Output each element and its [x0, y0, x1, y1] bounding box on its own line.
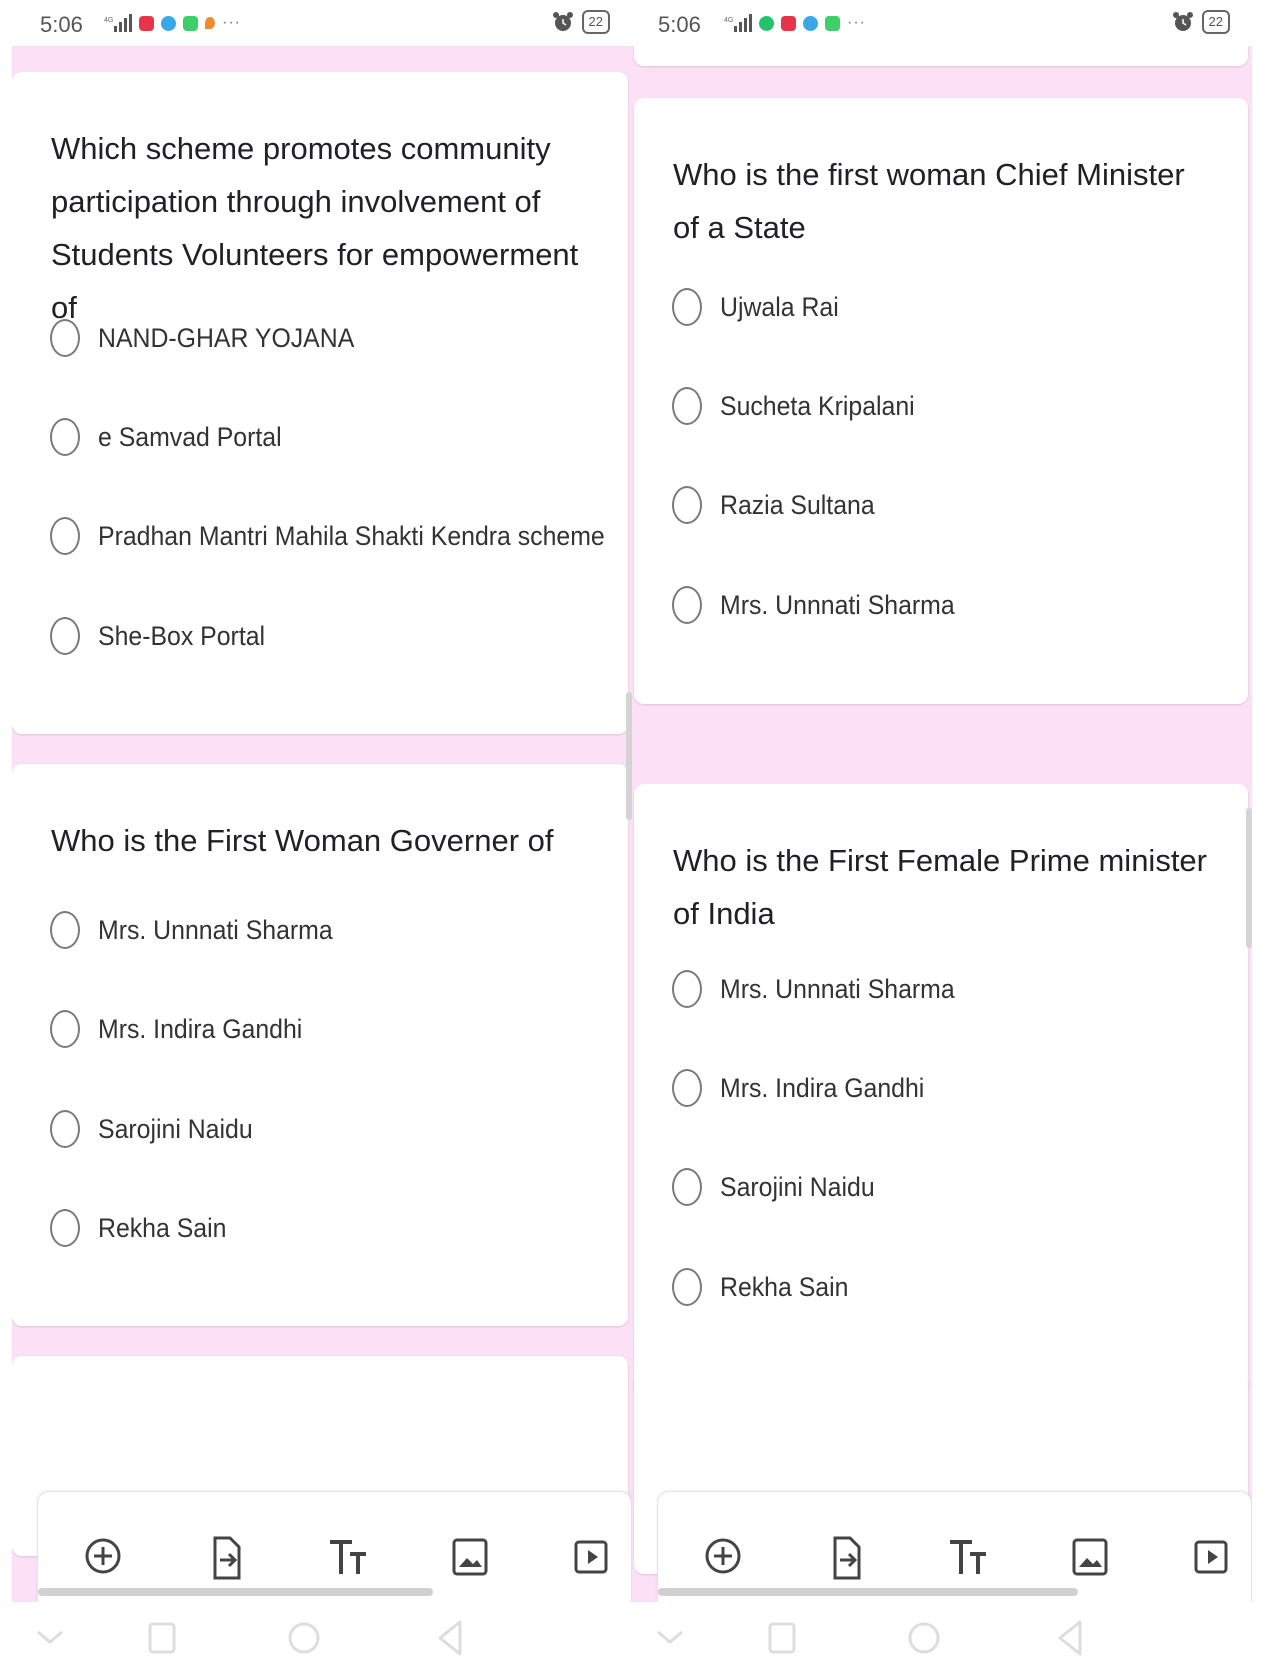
- recents-icon[interactable]: [762, 1616, 802, 1660]
- back-icon[interactable]: [430, 1616, 470, 1660]
- radio-button[interactable]: [672, 1069, 702, 1107]
- whatsapp-icon: [759, 15, 774, 31]
- toolbar-scroll-indicator: [38, 1588, 433, 1596]
- import-questions-icon[interactable]: [206, 1536, 246, 1580]
- question-text: Which scheme promotes community particip…: [51, 131, 579, 325]
- battery-icon: 22: [581, 10, 610, 34]
- radio-button[interactable]: [50, 1209, 80, 1247]
- alarm-icon: [552, 12, 573, 31]
- add-title-icon[interactable]: [328, 1536, 368, 1580]
- radio-button[interactable]: [672, 970, 702, 1008]
- question-card: Which scheme promotes community particip…: [12, 72, 628, 734]
- radio-button[interactable]: [672, 288, 702, 326]
- status-time: 5:06: [40, 12, 83, 37]
- import-questions-icon[interactable]: [826, 1536, 866, 1580]
- more-notifications-icon: ···: [847, 14, 866, 31]
- battery-icon: 22: [1201, 10, 1230, 34]
- system-nav-bar: [632, 1602, 1252, 1678]
- question-text: Who is the First Female Prime minister o…: [673, 843, 1207, 931]
- scrollbar-thumb[interactable]: [1246, 808, 1252, 948]
- question-text: Who is the First Woman Governer of: [51, 823, 554, 858]
- form-toolbar: [657, 1491, 1252, 1602]
- notification-app-icon: [139, 15, 154, 31]
- add-image-icon[interactable]: [1070, 1536, 1110, 1580]
- answer-option[interactable]: She-Box Portal: [50, 617, 280, 655]
- location-icon: [205, 17, 215, 29]
- signal-icon: 4G: [724, 14, 752, 32]
- svg-text:4G: 4G: [724, 17, 733, 24]
- status-bar: 5:06 4G ··· 22: [632, 0, 1252, 46]
- svg-text:4G: 4G: [104, 17, 113, 24]
- radio-button[interactable]: [50, 1010, 80, 1048]
- radio-button[interactable]: [672, 1268, 702, 1306]
- radio-button[interactable]: [672, 1168, 702, 1206]
- answer-option[interactable]: Mrs. Unnnati Sharma: [672, 586, 975, 624]
- answer-option[interactable]: Mrs. Indira Gandhi: [672, 1069, 942, 1107]
- radio-button[interactable]: [50, 617, 80, 655]
- radio-button[interactable]: [50, 319, 80, 357]
- answer-option[interactable]: Pradhan Mantri Mahila Shakti Kendra sche…: [50, 517, 632, 555]
- answer-option[interactable]: e Samvad Portal: [50, 418, 298, 456]
- add-image-icon[interactable]: [450, 1536, 490, 1580]
- question-card: Who is the First Female Prime minister o…: [634, 784, 1248, 1396]
- radio-button[interactable]: [672, 486, 702, 524]
- form-scroll-area[interactable]: Which scheme promotes community particip…: [12, 46, 632, 1602]
- answer-option[interactable]: Sarojini Naidu: [672, 1168, 888, 1206]
- toolbar-scroll-indicator: [658, 1588, 1078, 1596]
- answer-option[interactable]: Rekha Sain: [50, 1209, 238, 1247]
- radio-button[interactable]: [672, 586, 702, 624]
- radio-button[interactable]: [50, 418, 80, 456]
- status-time: 5:06: [658, 12, 701, 37]
- notification-app-icon: [803, 15, 818, 31]
- notification-app-icon: [825, 15, 840, 31]
- question-card: Who is the first woman Chief Minister of…: [634, 98, 1248, 704]
- status-bar: 5:06 4G ··· 22: [12, 0, 632, 46]
- hide-nav-icon[interactable]: [650, 1616, 690, 1660]
- more-notifications-icon: ···: [222, 14, 241, 31]
- alarm-icon: [1172, 12, 1193, 31]
- question-text: Who is the first woman Chief Minister of…: [673, 157, 1185, 245]
- answer-option[interactable]: Mrs. Indira Gandhi: [50, 1010, 320, 1048]
- question-card: Who is the First Woman Governer of Mrs. …: [12, 764, 628, 1326]
- back-icon[interactable]: [1050, 1616, 1090, 1660]
- answer-option[interactable]: Rekha Sain: [672, 1268, 860, 1306]
- question-card: [634, 46, 1248, 66]
- answer-option[interactable]: Sucheta Kripalani: [672, 387, 932, 425]
- form-toolbar: [37, 1491, 632, 1602]
- radio-button[interactable]: [50, 911, 80, 949]
- radio-button[interactable]: [50, 517, 80, 555]
- phone-screen-left: 5:06 4G ··· 22 Which scheme promotes com…: [12, 0, 632, 1678]
- hide-nav-icon[interactable]: [30, 1616, 70, 1660]
- radio-button[interactable]: [50, 1110, 80, 1148]
- add-question-icon[interactable]: [703, 1536, 743, 1580]
- notification-app-icon: [161, 15, 176, 31]
- answer-option[interactable]: Mrs. Unnnati Sharma: [50, 911, 353, 949]
- notification-app-icon: [183, 15, 198, 31]
- add-title-icon[interactable]: [948, 1536, 988, 1580]
- answer-option[interactable]: Sarojini Naidu: [50, 1110, 266, 1148]
- notification-app-icon: [781, 15, 796, 31]
- add-video-icon[interactable]: [572, 1536, 612, 1580]
- radio-button[interactable]: [672, 387, 702, 425]
- recents-icon[interactable]: [142, 1616, 182, 1660]
- answer-option[interactable]: Mrs. Unnnati Sharma: [672, 970, 975, 1008]
- phone-screen-right: 5:06 4G ··· 22 Who is the first woman Ch…: [632, 0, 1252, 1678]
- answer-option[interactable]: Ujwala Rai: [672, 288, 849, 326]
- home-icon[interactable]: [284, 1616, 324, 1660]
- signal-icon: 4G: [104, 14, 132, 32]
- home-icon[interactable]: [904, 1616, 944, 1660]
- add-question-icon[interactable]: [83, 1536, 123, 1580]
- answer-option[interactable]: NAND-GHAR YOJANA: [50, 319, 377, 357]
- add-video-icon[interactable]: [1192, 1536, 1232, 1580]
- answer-option[interactable]: Razia Sultana: [672, 486, 888, 524]
- form-scroll-area[interactable]: Who is the first woman Chief Minister of…: [632, 46, 1252, 1602]
- system-nav-bar: [12, 1602, 632, 1678]
